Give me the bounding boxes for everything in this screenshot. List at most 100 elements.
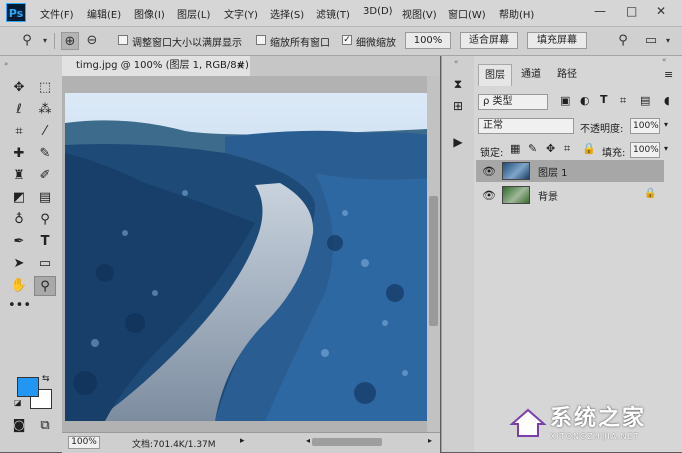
close-window-button[interactable]: ✕: [656, 4, 666, 18]
landscape-image: [65, 93, 427, 421]
tab-paths[interactable]: 路径: [550, 64, 584, 86]
blur-tool-icon[interactable]: ♁: [8, 210, 30, 230]
rectangle-tool-icon[interactable]: ▭: [34, 254, 56, 274]
horizontal-scroll-thumb[interactable]: [312, 438, 382, 446]
more-tools-icon[interactable]: •••: [8, 296, 31, 316]
canvas-area[interactable]: [62, 76, 440, 432]
history-panel-icon[interactable]: ⧗: [450, 76, 466, 92]
fit-screen-button[interactable]: 适合屏幕: [460, 32, 518, 49]
crop-tool-icon[interactable]: ⌗: [8, 122, 30, 142]
zoom-tool-icon[interactable]: ⚲: [34, 276, 56, 296]
scroll-right-icon[interactable]: ▸: [428, 436, 432, 445]
chevron-down-icon[interactable]: ▾: [659, 32, 677, 50]
zoom-100-button[interactable]: 100%: [405, 32, 451, 49]
resize-windows-checkbox[interactable]: [118, 35, 128, 45]
status-menu-icon[interactable]: ▸: [240, 436, 245, 446]
menu-file[interactable]: 文件(F): [40, 6, 74, 21]
dock-collapse-icon[interactable]: «: [454, 58, 458, 66]
lock-artboard-icon[interactable]: ⌗: [564, 142, 570, 156]
zoom-all-windows-checkbox[interactable]: [256, 35, 266, 45]
zoom-in-icon[interactable]: ⊕: [61, 32, 79, 50]
filter-type-icon[interactable]: T: [600, 93, 608, 106]
dodge-tool-icon[interactable]: ⚲: [34, 210, 56, 230]
lock-all-icon[interactable]: 🔒: [582, 142, 596, 155]
eraser-icon[interactable]: ◩: [8, 188, 30, 208]
layer-row-background[interactable]: 👁 背景 🔒: [476, 184, 664, 206]
clone-stamp-icon[interactable]: ♜: [8, 166, 30, 186]
chevron-down-icon[interactable]: ▾: [664, 120, 668, 129]
vertical-scrollbar[interactable]: [427, 76, 440, 432]
marquee-tool-icon[interactable]: ⬚: [34, 78, 56, 98]
filter-adjustment-icon[interactable]: ◐: [580, 94, 590, 107]
magic-wand-icon[interactable]: ⁂: [34, 100, 56, 120]
visibility-eye-icon[interactable]: 👁: [482, 189, 496, 202]
zoom-tool-preset-icon[interactable]: ⚲: [18, 32, 36, 50]
close-tab-icon[interactable]: ×: [236, 56, 245, 76]
vertical-scroll-thumb[interactable]: [429, 196, 438, 326]
filter-pixel-icon[interactable]: ▣: [560, 94, 570, 107]
menu-type[interactable]: 文字(Y): [224, 6, 258, 21]
workspace-icon[interactable]: ▭: [642, 32, 660, 50]
scroll-left-icon[interactable]: ◂: [306, 436, 310, 445]
panel-collapse-icon[interactable]: «: [662, 56, 666, 64]
menu-select[interactable]: 选择(S): [270, 6, 304, 21]
menu-edit[interactable]: 编辑(E): [87, 6, 121, 21]
menu-layer[interactable]: 图层(L): [177, 6, 210, 21]
minimize-button[interactable]: —: [594, 4, 606, 18]
layer-filter-select[interactable]: ρ 类型: [478, 94, 548, 110]
properties-panel-icon[interactable]: ⊞: [450, 98, 466, 114]
eyedropper-icon[interactable]: ⁄: [34, 122, 56, 142]
history-brush-icon[interactable]: ✐: [34, 166, 56, 186]
screen-mode-icon[interactable]: ⧉: [34, 416, 56, 436]
filter-shape-icon[interactable]: ⌗: [620, 94, 626, 108]
swap-colors-icon[interactable]: ⇆: [42, 374, 50, 384]
status-bar: 100% 文档:701.4K/1.37M ▸ ◂ ▸: [62, 432, 440, 453]
gradient-tool-icon[interactable]: ▤: [34, 188, 56, 208]
filter-toggle-icon[interactable]: ◖: [664, 94, 670, 107]
default-colors-icon[interactable]: ◪: [14, 398, 22, 407]
menu-window[interactable]: 窗口(W): [448, 6, 486, 21]
healing-brush-icon[interactable]: ✚: [8, 144, 30, 164]
path-selection-icon[interactable]: ➤: [8, 254, 30, 274]
opacity-field[interactable]: 100%: [630, 118, 660, 134]
menu-3d[interactable]: 3D(D): [363, 6, 393, 17]
play-actions-icon[interactable]: ▶: [450, 134, 466, 150]
chevron-down-icon[interactable]: ▾: [36, 32, 54, 50]
visibility-eye-icon[interactable]: 👁: [482, 165, 496, 178]
pen-tool-icon[interactable]: ✒: [8, 232, 30, 252]
fill-field[interactable]: 100%: [630, 142, 660, 158]
status-zoom-field[interactable]: 100%: [68, 436, 100, 449]
blend-mode-select[interactable]: 正常: [478, 118, 574, 134]
filter-smartobject-icon[interactable]: ▤: [640, 94, 650, 107]
menu-view[interactable]: 视图(V): [402, 6, 437, 21]
tab-layers[interactable]: 图层: [478, 64, 512, 86]
menu-filter[interactable]: 滤镜(T): [316, 6, 350, 21]
quick-mask-icon[interactable]: ◙: [8, 416, 30, 436]
menu-image[interactable]: 图像(I): [134, 6, 165, 21]
lock-position-icon[interactable]: ✥: [546, 142, 555, 155]
panel-collapse-icon[interactable]: »: [4, 60, 8, 68]
move-tool-icon[interactable]: ✥: [8, 78, 30, 98]
lasso-tool-icon[interactable]: ℓ: [8, 100, 30, 120]
scrubby-zoom-checkbox[interactable]: ✓: [342, 35, 352, 45]
lock-pixels-icon[interactable]: ✎: [528, 142, 537, 155]
document-tab[interactable]: timg.jpg @ 100% (图层 1, RGB/8#) * ×: [62, 56, 251, 91]
type-tool-icon[interactable]: T: [34, 232, 56, 252]
hand-tool-icon[interactable]: ✋: [8, 276, 30, 296]
layer-row-layer1[interactable]: 👁 图层 1: [476, 160, 664, 182]
tab-channels[interactable]: 通道: [514, 64, 548, 86]
zoom-out-icon[interactable]: ⊖: [83, 32, 101, 50]
scrubby-zoom-label: 细微缩放: [356, 38, 396, 49]
brush-tool-icon[interactable]: ✎: [34, 144, 56, 164]
lock-transparent-icon[interactable]: ▦: [510, 142, 520, 155]
panel-menu-icon[interactable]: ≡: [664, 68, 673, 81]
lock-label: 锁定:: [480, 148, 504, 159]
foreground-color-swatch[interactable]: [17, 377, 39, 397]
maximize-button[interactable]: □: [626, 4, 637, 18]
watermark-subtitle: XITONGZHIJIA.NET: [550, 432, 640, 441]
chevron-down-icon[interactable]: ▾: [664, 144, 668, 153]
watermark-house-icon: [509, 408, 547, 437]
menu-help[interactable]: 帮助(H): [499, 6, 534, 21]
search-icon[interactable]: ⚲: [614, 32, 632, 50]
fill-screen-button[interactable]: 填充屏幕: [527, 32, 587, 49]
